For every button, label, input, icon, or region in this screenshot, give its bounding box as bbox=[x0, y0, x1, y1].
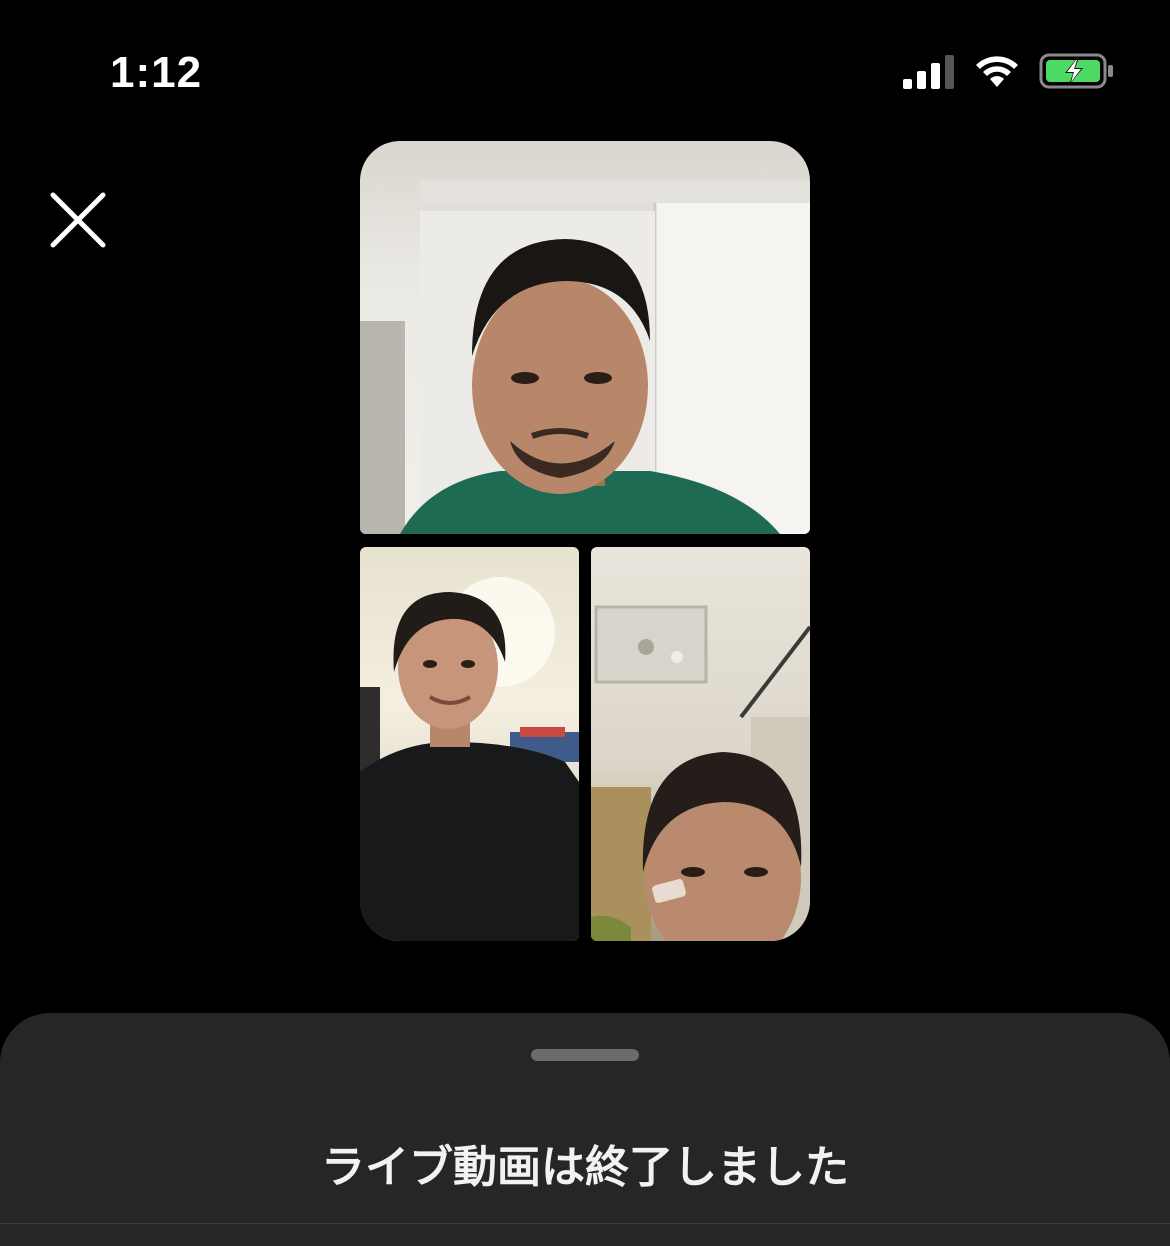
bottom-sheet[interactable]: ライブ動画は終了しました bbox=[0, 1013, 1170, 1246]
status-icons bbox=[903, 52, 1115, 90]
cellular-signal-icon bbox=[903, 55, 954, 89]
participant-video-image bbox=[591, 605, 810, 941]
live-ended-title: ライブ動画は終了しました bbox=[321, 1142, 849, 1193]
sheet-divider bbox=[0, 1223, 1170, 1224]
battery-charging-icon bbox=[1039, 53, 1113, 89]
sheet-grabber-handle[interactable] bbox=[531, 1049, 639, 1061]
participant-video-top[interactable] bbox=[360, 141, 810, 534]
close-button[interactable] bbox=[48, 190, 108, 250]
participant-video-bottom-right[interactable] bbox=[591, 547, 810, 941]
close-icon bbox=[50, 192, 106, 248]
live-video-grid bbox=[360, 141, 810, 941]
status-bar: 1:12 bbox=[0, 0, 1170, 140]
participant-video-image bbox=[360, 577, 579, 941]
participant-video-bottom-left[interactable] bbox=[360, 547, 579, 941]
participant-video-image bbox=[360, 181, 810, 534]
wifi-icon bbox=[976, 56, 1018, 87]
status-time: 1:12 bbox=[110, 48, 203, 97]
